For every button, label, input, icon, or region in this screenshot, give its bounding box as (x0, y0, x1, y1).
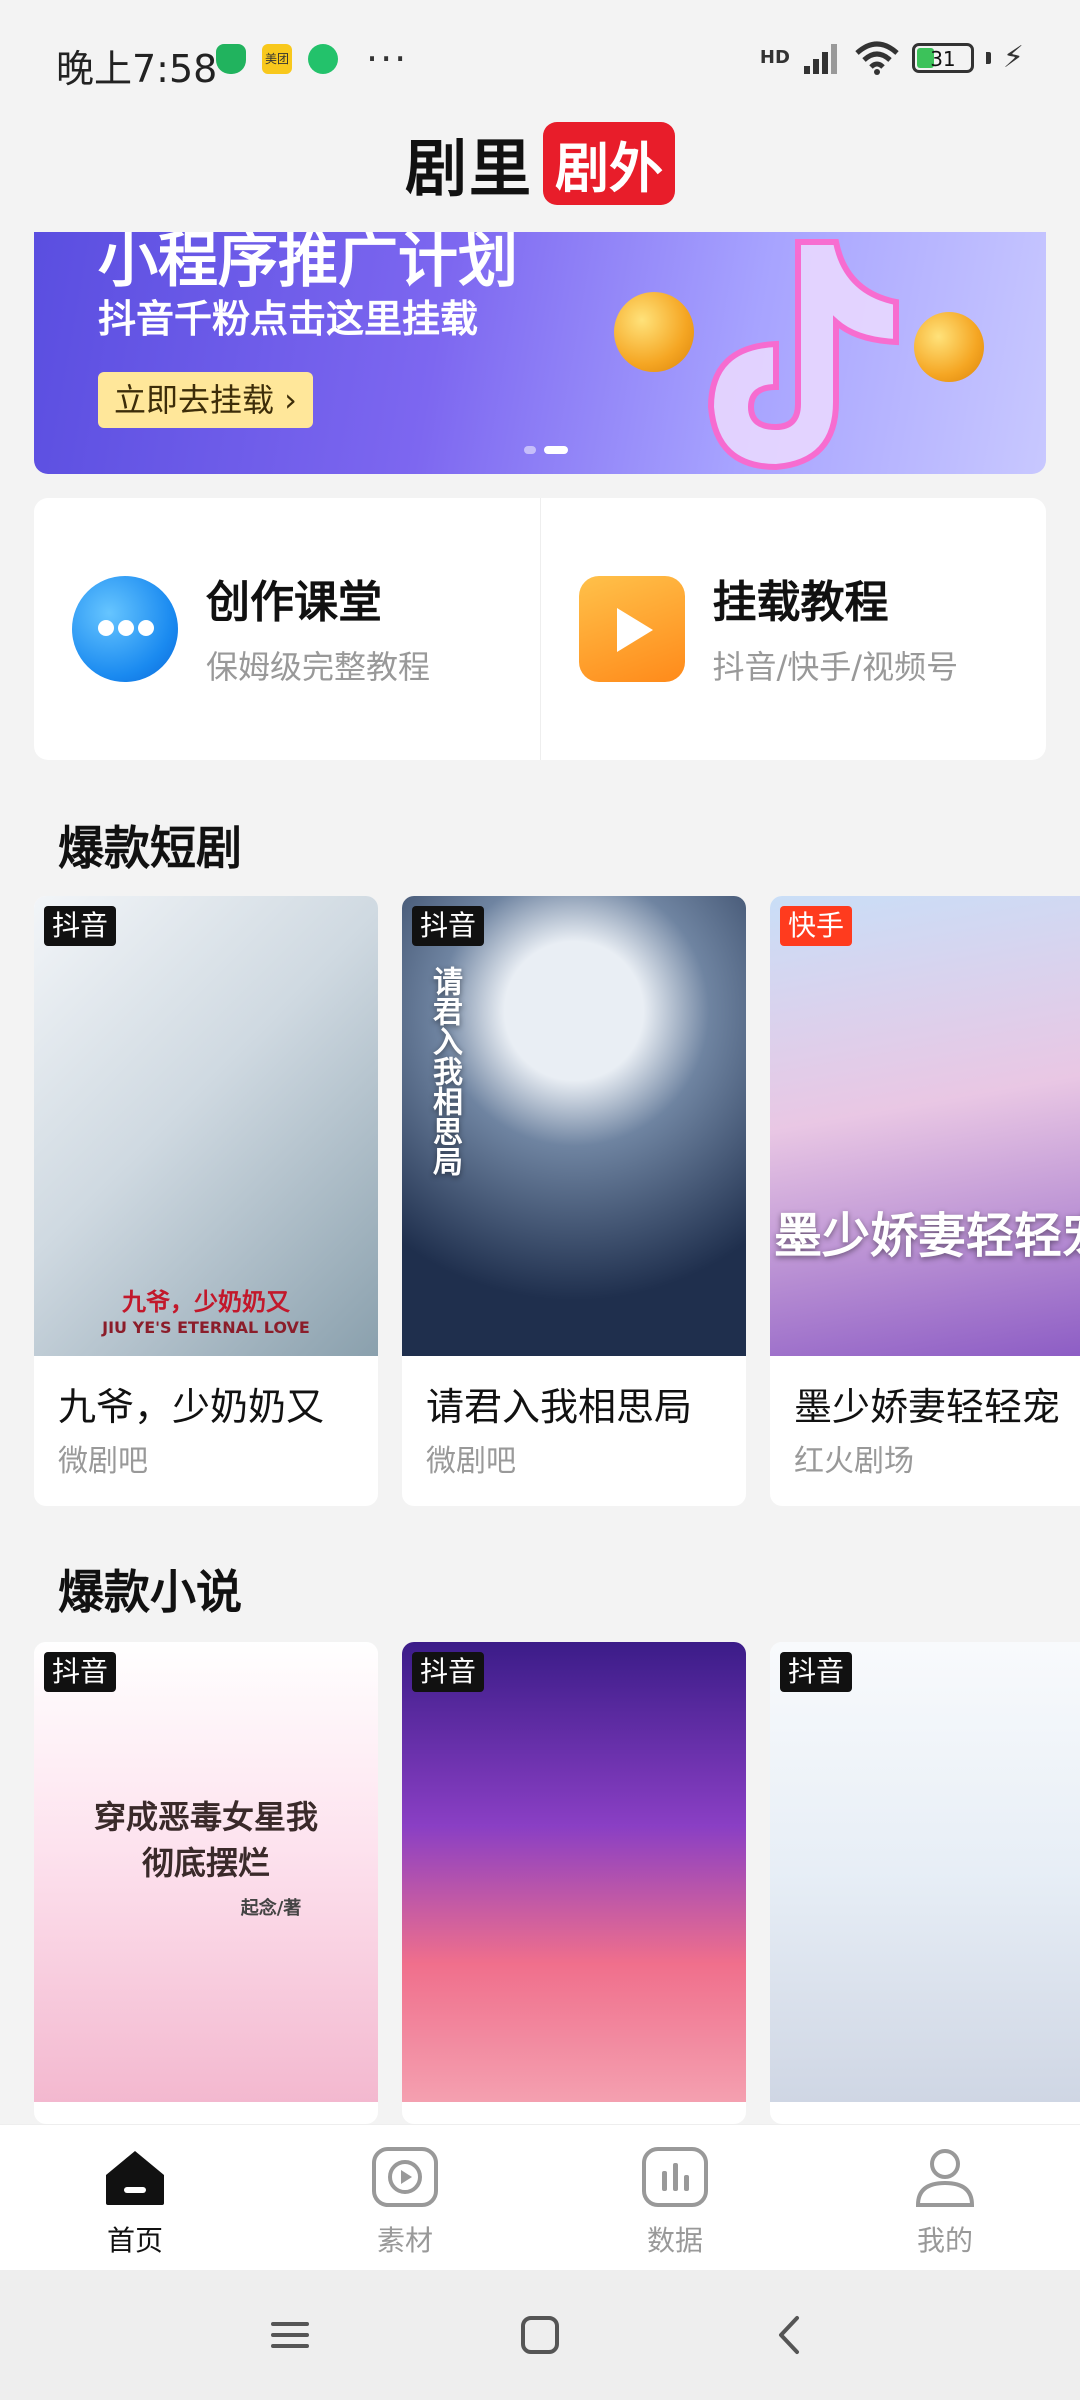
logo-main: 剧里 (404, 132, 533, 205)
section-title-novels: 爆款小说 (58, 1565, 242, 1619)
feature-creation-class[interactable]: 创作课堂 保姆级完整教程 (34, 498, 540, 760)
novel-card[interactable]: 抖音 穿成恶毒女星我彻底摆烂 起念/著 (34, 1642, 378, 2124)
shield-icon (216, 44, 246, 74)
tv-play-icon (578, 576, 685, 682)
promo-banner[interactable]: 小程序推广计划 抖音千粉点击这里挂载 立即去挂载 › (34, 232, 1046, 474)
banner-dot-active (544, 446, 568, 454)
chat-bubble-icon (72, 576, 178, 682)
menu-icon[interactable] (265, 2310, 315, 2360)
nav-label: 我的 (916, 2224, 973, 2257)
more-notifications-icon: ··· (366, 37, 409, 81)
cover-author: 起念/著 (240, 1898, 302, 1919)
coin-icon (914, 312, 984, 382)
home-icon (106, 2151, 164, 2205)
tiktok-logo-icon (707, 239, 899, 471)
drama-card[interactable]: 抖音 九爷，少奶奶又 JIU YE'S ETERNAL LOVE 九爷，少奶奶又… (34, 896, 378, 1506)
platform-tag: 抖音 (780, 1652, 853, 1692)
drama-cover: 快手 墨少娇妻轻轻宠 (770, 896, 1080, 1356)
platform-tag: 抖音 (412, 1652, 485, 1692)
notification-icons: 美团 ··· (216, 37, 409, 81)
feature-title: 挂载教程 (712, 577, 889, 628)
feature-mount-tutorial[interactable]: 挂载教程 抖音/快手/视频号 (539, 498, 1047, 760)
platform-tag: 抖音 (44, 906, 117, 946)
cover-title: 墨少娇妻轻轻宠 (773, 1208, 1080, 1264)
section-title-dramas: 爆款短剧 (58, 821, 242, 875)
cover-title: 请君入我相思局 (427, 966, 462, 1176)
cover-title: 九爷，少奶奶又 (122, 1288, 290, 1316)
charging-icon: ⚡ (1002, 40, 1024, 75)
system-nav-bar (0, 2270, 1080, 2400)
wifi-icon (855, 41, 899, 75)
app-logo: 剧里 剧外 (0, 121, 1080, 205)
novel-card-row[interactable]: 抖音 穿成恶毒女星我彻底摆烂 起念/著 抖音 抖音 (34, 1642, 1080, 2124)
battery-icon: 31 (911, 42, 974, 73)
platform-tag: 抖音 (44, 1652, 117, 1692)
signal-icon (803, 43, 837, 74)
logo-badge: 剧外 (543, 121, 675, 205)
banner-pagination (524, 446, 568, 454)
chat-dot (98, 620, 114, 636)
status-bar: 晚上7:58 美团 ··· HD 31 ⚡ (0, 0, 1080, 124)
drama-card-row[interactable]: 抖音 九爷，少奶奶又 JIU YE'S ETERNAL LOVE 九爷，少奶奶又… (34, 896, 1080, 1506)
nav-tab-home[interactable]: 首页 (0, 2125, 270, 2270)
banner-subtitle: 抖音千粉点击这里挂载 (98, 297, 479, 341)
card-source: 红火剧场 (794, 1444, 914, 1479)
novel-cover: 抖音 (770, 1642, 1080, 2102)
nav-label: 素材 (376, 2224, 433, 2257)
card-source: 微剧吧 (426, 1444, 516, 1479)
card-title: 九爷，少奶奶又 (58, 1385, 325, 1429)
coin-icon (614, 292, 694, 372)
platform-tag: 快手 (780, 906, 853, 946)
banner-dot (524, 446, 536, 454)
status-time: 晚上7:58 (56, 47, 218, 91)
novel-card[interactable]: 抖音 (402, 1642, 746, 2124)
cover-subtitle: JIU YE'S ETERNAL LOVE (102, 1318, 310, 1337)
bar-chart-icon (642, 2147, 708, 2207)
status-right: HD 31 ⚡ (760, 40, 1024, 75)
nav-tab-data[interactable]: 数据 (540, 2125, 810, 2270)
back-icon[interactable] (765, 2310, 815, 2360)
feature-title: 创作课堂 (206, 577, 382, 628)
platform-tag: 抖音 (412, 906, 485, 946)
drama-card[interactable]: 抖音 请君入我相思局 请君入我相思局 微剧吧 (402, 896, 746, 1506)
drama-cover: 抖音 九爷，少奶奶又 JIU YE'S ETERNAL LOVE (34, 896, 378, 1356)
novel-cover: 抖音 穿成恶毒女星我彻底摆烂 起念/著 (34, 1642, 378, 2102)
nav-label: 首页 (106, 2224, 163, 2257)
play-square-icon (372, 2147, 438, 2207)
bottom-nav: 首页 素材 数据 我的 (0, 2124, 1080, 2270)
hd-label: HD (759, 47, 790, 68)
green-app-icon (308, 44, 338, 74)
battery-level: 31 (930, 46, 956, 71)
nav-tab-profile[interactable]: 我的 (810, 2125, 1080, 2270)
user-icon (915, 2149, 975, 2207)
cover-title: 穿成恶毒女星我彻底摆烂 (94, 1798, 319, 1882)
drama-cover: 抖音 请君入我相思局 (402, 896, 746, 1356)
banner-mount-button[interactable]: 立即去挂载 › (98, 372, 313, 428)
nav-tab-materials[interactable]: 素材 (270, 2125, 540, 2270)
card-title: 墨少娇妻轻轻宠 (794, 1385, 1061, 1429)
feature-subtitle: 保姆级完整教程 (206, 648, 431, 686)
battery-tip (985, 51, 991, 64)
feature-cards: 创作课堂 保姆级完整教程 挂载教程 抖音/快手/视频号 (34, 498, 1046, 760)
play-triangle (616, 608, 653, 652)
novel-cover: 抖音 (402, 1642, 746, 2102)
app-screen: 晚上7:58 美团 ··· HD 31 ⚡ 剧里 剧外 小程序推广计划 抖音千粉… (0, 0, 1080, 2400)
drama-card[interactable]: 快手 墨少娇妻轻轻宠 墨少娇妻轻轻宠 红火剧场 (770, 896, 1080, 1506)
novel-card[interactable]: 抖音 (770, 1642, 1080, 2124)
chat-dot (138, 620, 154, 636)
nav-label: 数据 (646, 2224, 703, 2257)
chat-dot (118, 620, 134, 636)
card-title: 请君入我相思局 (426, 1385, 693, 1429)
feature-subtitle: 抖音/快手/视频号 (712, 648, 959, 686)
card-source: 微剧吧 (58, 1444, 148, 1479)
meituan-icon: 美团 (262, 44, 292, 74)
home-square-icon[interactable] (515, 2310, 565, 2360)
